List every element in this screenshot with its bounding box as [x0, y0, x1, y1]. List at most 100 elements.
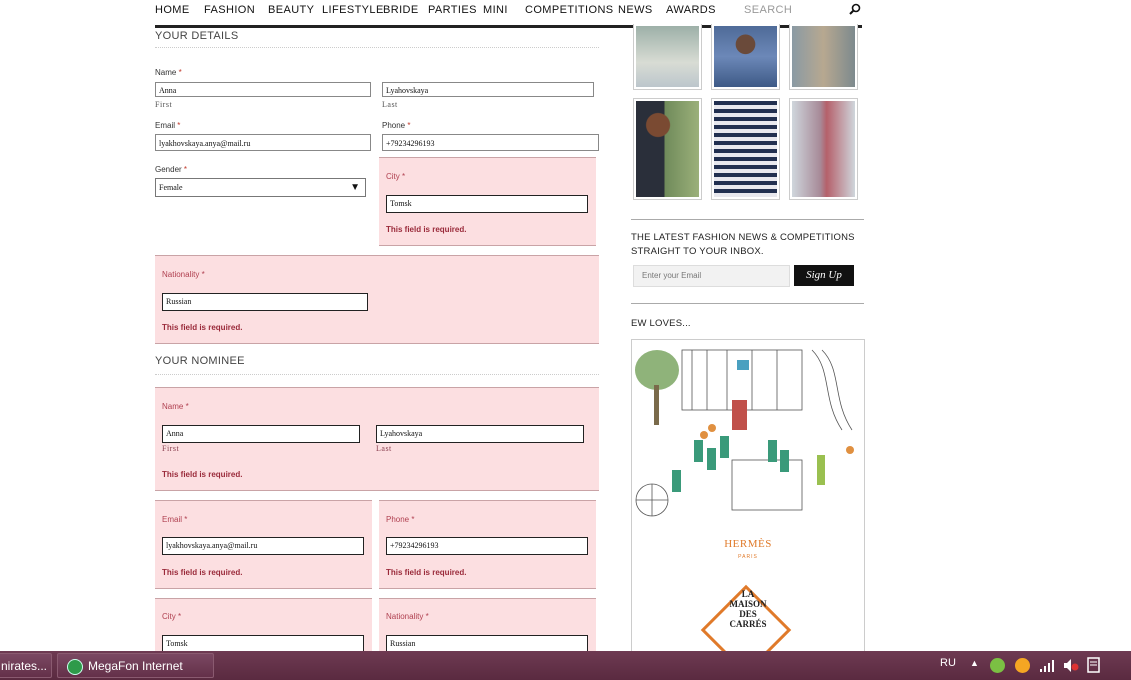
diamond-text: LA MAISON DES CARRÉS [632, 589, 864, 629]
nominee-last-name-input[interactable]: Lyahovskaya [376, 425, 584, 443]
taskbar-button[interactable]: nirates... [0, 653, 52, 678]
diamond-line: DES [739, 609, 757, 619]
newsletter-email-input[interactable]: Enter your Email [633, 265, 790, 287]
volume-muted-icon[interactable] [1063, 658, 1079, 673]
nav-mini[interactable]: MINI [483, 4, 508, 16]
error-message: This field is required. [386, 568, 467, 577]
email-field[interactable]: lyakhovskaya.anya@mail.ru [155, 134, 371, 151]
gender-label-text: Gender [155, 165, 182, 174]
nationality-label: Nationality * [162, 270, 205, 279]
your-details-heading: YOUR DETAILS [155, 30, 239, 42]
newsletter-line2: STRAIGHT TO YOUR INBOX. [631, 246, 764, 257]
your-nominee-heading: YOUR NOMINEE [155, 355, 245, 367]
city-field[interactable]: Tomsk [386, 195, 588, 213]
nominee-email-label: Email * [162, 515, 187, 524]
chevron-down-icon: ▼ [350, 182, 360, 193]
required-mark: * [407, 121, 411, 130]
hermes-logo: HERMÈS [724, 538, 772, 550]
hermes-ad[interactable]: HERMÈS PARIS LA MAISON DES CARRÉS [631, 339, 865, 659]
nominee-city-error-box: City * Tomsk [155, 598, 372, 658]
error-message: This field is required. [386, 225, 467, 234]
nominee-email-error-box: Email * lyakhovskaya.anya@mail.ru This f… [155, 500, 372, 589]
nav-lifestyle[interactable]: LIFESTYLE [322, 4, 384, 16]
nominee-phone-label-text: Phone [386, 515, 410, 524]
search-input[interactable]: SEARCH [744, 4, 792, 16]
gender-value: Female [159, 183, 183, 192]
city-label: City * [386, 172, 405, 181]
thumbnail-photo[interactable] [711, 98, 780, 200]
divider [631, 219, 864, 220]
illustration-image [632, 340, 864, 530]
language-indicator[interactable]: RU [940, 657, 956, 669]
nav-bride[interactable]: BRIDE [383, 4, 419, 16]
divider [631, 303, 864, 304]
nominee-nationality-error-box: Nationality * Russian [379, 598, 596, 658]
green-app-icon[interactable] [990, 658, 1005, 673]
name-label: Name * [155, 68, 182, 77]
phone-label-text: Phone [382, 121, 406, 130]
nominee-name-error-box: Name * Anna Lyahovskaya First Last This … [155, 387, 599, 491]
required-mark: * [185, 402, 189, 411]
nationality-error-box: Nationality * Russian This field is requ… [155, 255, 599, 344]
city-label-text: City [386, 172, 400, 181]
nominee-first-name-input[interactable]: Anna [162, 425, 360, 443]
nav-parties[interactable]: PARTIES [428, 4, 477, 16]
last-name-input[interactable]: Lyahovskaya [382, 82, 594, 97]
nominee-nationality-label-text: Nationality [386, 612, 424, 621]
nominee-phone-error-box: Phone * +79234296193 This field is requi… [379, 500, 596, 589]
last-sub-label: Last [382, 100, 398, 109]
show-hidden-icons-icon[interactable]: ▲ [970, 658, 979, 668]
required-mark: * [411, 515, 415, 524]
sign-up-button[interactable]: Sign Up [794, 265, 854, 286]
required-mark: * [178, 612, 182, 621]
error-message: This field is required. [162, 470, 243, 479]
nationality-field[interactable]: Russian [162, 293, 368, 311]
phone-label: Phone * [382, 121, 411, 130]
thumbnail-photo[interactable] [711, 24, 780, 90]
gender-label: Gender * [155, 165, 187, 174]
network-signal-icon[interactable] [1039, 658, 1055, 673]
nav-beauty[interactable]: BEAUTY [268, 4, 314, 16]
required-mark: * [184, 515, 188, 524]
nav-news[interactable]: NEWS [618, 4, 653, 16]
required-mark: * [178, 68, 182, 77]
required-mark: * [201, 270, 205, 279]
last-sub-label: Last [376, 444, 392, 453]
ew-loves-heading: EW LOVES... [631, 318, 691, 329]
thumbnail-photo[interactable] [633, 24, 702, 90]
nominee-email-label-text: Email [162, 515, 183, 524]
nominee-nationality-label: Nationality * [386, 612, 429, 621]
phone-field[interactable]: +79234296193 [382, 134, 599, 151]
nominee-phone-field[interactable]: +79234296193 [386, 537, 588, 555]
first-sub-label: First [162, 444, 180, 453]
email-label-text: Email [155, 121, 176, 130]
required-mark: * [402, 172, 406, 181]
taskbar: nirates... MegaFon Internet RU ▲ [0, 651, 1131, 680]
nominee-name-label: Name * [162, 402, 189, 411]
required-mark: * [177, 121, 181, 130]
thumbnail-photo[interactable] [633, 98, 702, 200]
nominee-city-label: City * [162, 612, 181, 621]
divider [155, 374, 599, 375]
nav-fashion[interactable]: FASHION [204, 4, 255, 16]
thumbnail-photo[interactable] [789, 24, 858, 90]
action-center-icon[interactable] [1087, 657, 1101, 673]
name-label-text: Name [155, 68, 177, 77]
gender-select[interactable]: Female ▼ [155, 178, 366, 197]
required-mark: * [183, 165, 188, 174]
error-message: This field is required. [162, 568, 243, 577]
nav-competitions[interactable]: COMPETITIONS [525, 4, 614, 16]
thumbnail-photo[interactable] [789, 98, 858, 200]
nominee-email-field[interactable]: lyakhovskaya.anya@mail.ru [162, 537, 364, 555]
divider [155, 47, 599, 48]
newsletter-text: THE LATEST FASHION NEWS & COMPETITIONS S… [631, 231, 855, 259]
search-icon[interactable] [849, 3, 861, 15]
nav-home[interactable]: HOME [155, 4, 190, 16]
taskbar-button-megafon[interactable]: MegaFon Internet [57, 653, 214, 678]
email-label: Email * [155, 121, 180, 130]
first-name-input[interactable]: Anna [155, 82, 371, 97]
megafon-icon [67, 659, 83, 675]
nav-awards[interactable]: AWARDS [666, 4, 716, 16]
orange-app-icon[interactable] [1015, 658, 1030, 673]
error-message: This field is required. [162, 323, 243, 332]
